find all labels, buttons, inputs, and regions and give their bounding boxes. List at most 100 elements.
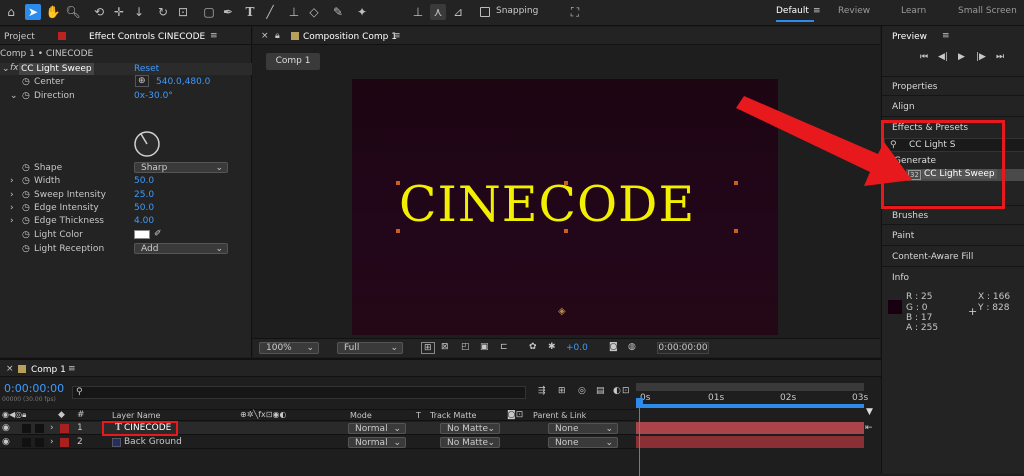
fx-icon[interactable]: fx bbox=[10, 63, 19, 73]
layer-1-mode-dropdown[interactable]: Normal ⌄ bbox=[348, 423, 406, 434]
layer-2-parent-dropdown[interactable]: None ⌄ bbox=[548, 437, 618, 448]
puppet-pin-icon[interactable]: ✦ bbox=[354, 4, 370, 20]
mask-visibility-icon[interactable]: ◰ bbox=[461, 342, 470, 352]
transparency-grid-icon[interactable]: ⊠ bbox=[441, 342, 449, 352]
prop-sweep-intensity-value[interactable]: 25.0 bbox=[134, 190, 154, 200]
work-area-bar[interactable] bbox=[636, 383, 864, 391]
panel-menu-icon[interactable]: ≡ bbox=[210, 31, 218, 41]
type-tool-icon[interactable]: T bbox=[242, 4, 258, 20]
roto-brush-icon[interactable]: ✎ bbox=[330, 4, 346, 20]
resolution-dropdown[interactable]: Full ⌄ bbox=[337, 342, 403, 354]
shape-dropdown[interactable]: Sharp ⌄ bbox=[134, 162, 228, 173]
comp-flowchart-icon[interactable]: ⇶ bbox=[538, 386, 546, 396]
tab-effect-controls[interactable]: Effect Controls CINECODE bbox=[89, 32, 205, 42]
shy-layers-icon[interactable]: ◎ bbox=[578, 386, 586, 396]
tab-timeline-comp[interactable]: Comp 1 bbox=[31, 365, 66, 375]
workspace-learn[interactable]: Learn bbox=[901, 6, 926, 16]
sweep-center-icon[interactable]: ◈ bbox=[558, 306, 566, 317]
eraser-tool-icon[interactable]: ◇ bbox=[306, 4, 322, 20]
pan-camera-icon[interactable]: ✛ bbox=[111, 4, 127, 20]
expand-direction-icon[interactable]: ⌄ bbox=[10, 91, 18, 101]
effect-reset-button[interactable]: Reset bbox=[134, 64, 159, 74]
axis-view-icon[interactable]: ⊿ bbox=[450, 4, 466, 20]
layer-1-matte-dropdown[interactable]: No Matte ⌄ bbox=[440, 423, 500, 434]
stopwatch-icon[interactable]: ◷ bbox=[22, 203, 30, 213]
tab-composition[interactable]: Composition Comp 1 bbox=[303, 32, 397, 42]
orbit-camera-icon[interactable]: ⟲ bbox=[91, 4, 107, 20]
prop-width-value[interactable]: 50.0 bbox=[134, 176, 154, 186]
guides-icon[interactable]: ⊏ bbox=[500, 342, 508, 352]
table-row[interactable] bbox=[0, 422, 636, 435]
viewer-timecode[interactable]: 0:00:00:00 bbox=[657, 342, 709, 354]
layer-label-color[interactable] bbox=[60, 424, 69, 433]
fast-previews-icon[interactable]: ⊞ bbox=[421, 342, 435, 354]
preview-title[interactable]: Preview bbox=[892, 32, 927, 42]
exposure-value[interactable]: +0.0 bbox=[566, 343, 588, 353]
panel-menu-icon[interactable]: ≡ bbox=[942, 31, 950, 41]
table-row[interactable] bbox=[0, 436, 636, 449]
layer-1-duration-bar[interactable] bbox=[636, 422, 864, 434]
properties-panel-tab[interactable]: Properties bbox=[882, 76, 1024, 96]
render-range-bar[interactable] bbox=[636, 404, 864, 408]
dolly-camera-icon[interactable]: ↓ bbox=[131, 4, 147, 20]
zoom-tool-icon[interactable]: 🔍︎ bbox=[65, 4, 81, 20]
color-management-icon[interactable]: ✱ bbox=[548, 342, 556, 352]
comp-1-button[interactable]: Comp 1 bbox=[266, 53, 320, 70]
layer-2-name[interactable]: Back Ground bbox=[124, 437, 182, 447]
prop-edge-intensity-value[interactable]: 50.0 bbox=[134, 203, 154, 213]
center-crosshair-icon[interactable]: ⊕ bbox=[135, 75, 149, 87]
stopwatch-icon[interactable]: ◷ bbox=[22, 230, 30, 240]
playhead[interactable] bbox=[639, 400, 640, 476]
pen-tool-icon[interactable]: ✒ bbox=[220, 4, 236, 20]
last-frame-icon[interactable]: ⏭ bbox=[996, 52, 1004, 62]
zoom-dropdown[interactable]: 100% ⌄ bbox=[259, 342, 319, 354]
snap-options-icon[interactable]: ⛶ bbox=[567, 4, 583, 20]
layer-2-mode-dropdown[interactable]: Normal ⌄ bbox=[348, 437, 406, 448]
play-icon[interactable]: ▶ bbox=[958, 52, 965, 62]
info-panel-tab[interactable]: Info bbox=[882, 268, 1024, 288]
expand-layer-icon[interactable]: › bbox=[50, 437, 54, 447]
home-icon[interactable]: ⌂ bbox=[3, 4, 19, 20]
expand-layer-icon[interactable]: › bbox=[50, 423, 54, 433]
panel-menu-icon[interactable]: ≡ bbox=[393, 31, 401, 41]
stopwatch-icon[interactable]: ◷ bbox=[22, 190, 30, 200]
previous-frame-icon[interactable]: ◀| bbox=[938, 52, 948, 62]
stopwatch-icon[interactable]: ◷ bbox=[22, 91, 30, 101]
composition-canvas[interactable]: CINECODE ◈ bbox=[352, 79, 778, 335]
stopwatch-icon[interactable]: ◷ bbox=[22, 176, 30, 186]
rectangle-tool-icon[interactable]: ▢ bbox=[201, 4, 217, 20]
layer-label-color[interactable] bbox=[60, 438, 69, 447]
prop-center-value[interactable]: 540.0,480.0 bbox=[156, 77, 210, 87]
stopwatch-icon[interactable]: ◷ bbox=[22, 163, 30, 173]
snapping-checkbox[interactable] bbox=[480, 7, 490, 17]
region-of-interest-icon[interactable]: ▣ bbox=[480, 342, 489, 352]
axis-local-icon[interactable]: ⊥ bbox=[410, 4, 426, 20]
eyedropper-icon[interactable]: ✐ bbox=[154, 229, 162, 239]
hand-tool-icon[interactable]: ✋ bbox=[45, 4, 61, 20]
frame-blending-icon[interactable]: ▤ bbox=[596, 386, 605, 396]
panel-menu-icon[interactable]: ≡ bbox=[68, 364, 76, 374]
audio-switch[interactable] bbox=[22, 424, 31, 433]
layer-1-parent-dropdown[interactable]: None ⌄ bbox=[548, 423, 618, 434]
layer-2-matte-dropdown[interactable]: No Matte ⌄ bbox=[440, 437, 500, 448]
motion-blur-icon[interactable]: ◐ bbox=[613, 386, 621, 396]
tab-project[interactable]: Project bbox=[4, 32, 35, 42]
color-channels-icon[interactable]: ✿ bbox=[529, 342, 537, 352]
expand-sweep-icon[interactable]: › bbox=[10, 190, 14, 200]
visibility-eye-icon[interactable]: ◉ bbox=[2, 423, 10, 433]
visibility-eye-icon[interactable]: ◉ bbox=[2, 437, 10, 447]
bbox-handle[interactable] bbox=[564, 229, 568, 233]
workspace-menu-icon[interactable]: ≡ bbox=[813, 6, 821, 16]
playhead-handle[interactable] bbox=[636, 398, 643, 405]
pan-behind-icon[interactable]: ⊡ bbox=[175, 4, 191, 20]
draft-3d-icon[interactable]: ⊞ bbox=[558, 386, 566, 396]
timeline-timecode[interactable]: 0:00:00:00 bbox=[4, 382, 64, 395]
prop-direction-value[interactable]: 0x-30.0° bbox=[134, 91, 173, 101]
bbox-handle[interactable] bbox=[396, 229, 400, 233]
workspace-default[interactable]: Default bbox=[776, 6, 809, 16]
expand-edge-intensity-icon[interactable]: › bbox=[10, 203, 14, 213]
close-icon[interactable]: × bbox=[6, 364, 14, 374]
close-icon[interactable]: × bbox=[261, 31, 269, 41]
timeline-search-input[interactable] bbox=[72, 386, 526, 399]
lock-icon[interactable]: 🔒︎ bbox=[275, 31, 280, 41]
